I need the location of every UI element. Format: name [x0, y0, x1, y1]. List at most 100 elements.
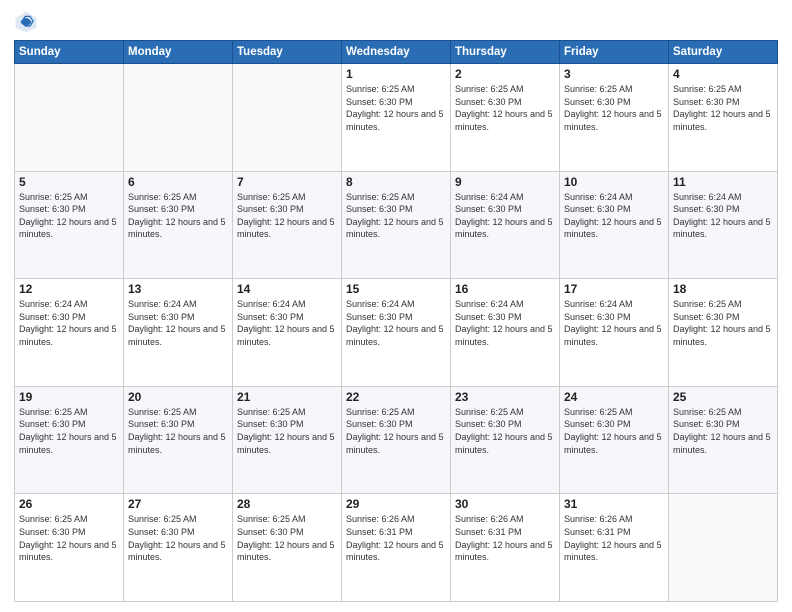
calendar-cell: 6 Sunrise: 6:25 AM Sunset: 6:30 PM Daylig… — [124, 171, 233, 279]
day-number: 23 — [455, 390, 555, 404]
calendar-cell: 16 Sunrise: 6:24 AM Sunset: 6:30 PM Dayli… — [451, 279, 560, 387]
calendar-page: SundayMondayTuesdayWednesdayThursdayFrid… — [0, 0, 792, 612]
cell-info: Sunrise: 6:24 AM Sunset: 6:30 PM Dayligh… — [455, 191, 555, 241]
calendar-cell: 14 Sunrise: 6:24 AM Sunset: 6:30 PM Dayli… — [233, 279, 342, 387]
cell-info: Sunrise: 6:25 AM Sunset: 6:30 PM Dayligh… — [19, 406, 119, 456]
week-row-5: 26 Sunrise: 6:25 AM Sunset: 6:30 PM Dayli… — [15, 494, 778, 602]
weekday-header-friday: Friday — [560, 41, 669, 64]
cell-info: Sunrise: 6:25 AM Sunset: 6:30 PM Dayligh… — [346, 191, 446, 241]
calendar-cell: 27Sunrise: 6:25 AM Sunset: 6:30 PM Dayli… — [124, 494, 233, 602]
week-row-3: 12 Sunrise: 6:24 AM Sunset: 6:30 PM Dayli… — [15, 279, 778, 387]
calendar-cell: 19 Sunrise: 6:25 AM Sunset: 6:30 PM Dayli… — [15, 386, 124, 494]
cell-info: Sunrise: 6:25 AM Sunset: 6:30 PM Dayligh… — [346, 406, 446, 456]
cell-info: Sunrise: 6:25 AM Sunset: 6:30 PM Dayligh… — [237, 406, 337, 456]
day-number: 6 — [128, 175, 228, 189]
cell-info: Sunrise: 6:26 AM Sunset: 6:31 PM Dayligh… — [564, 513, 664, 563]
day-number: 19 — [19, 390, 119, 404]
calendar-cell: 8 Sunrise: 6:25 AM Sunset: 6:30 PM Daylig… — [342, 171, 451, 279]
calendar-cell: 24Sunrise: 6:25 AM Sunset: 6:30 PM Dayli… — [560, 386, 669, 494]
day-number: 15 — [346, 282, 446, 296]
calendar-cell: 4Sunrise: 6:25 AM Sunset: 6:30 PM Daylig… — [669, 64, 778, 172]
day-number: 5 — [19, 175, 119, 189]
calendar-cell: 25Sunrise: 6:25 AM Sunset: 6:30 PM Dayli… — [669, 386, 778, 494]
weekday-header-monday: Monday — [124, 41, 233, 64]
calendar-cell: 12 Sunrise: 6:24 AM Sunset: 6:30 PM Dayli… — [15, 279, 124, 387]
cell-info: Sunrise: 6:25 AM Sunset: 6:30 PM Dayligh… — [128, 406, 228, 456]
calendar-cell: 31 Sunrise: 6:26 AM Sunset: 6:31 PM Dayli… — [560, 494, 669, 602]
calendar-cell: 1 Sunrise: 6:25 AM Sunset: 6:30 PM Daylig… — [342, 64, 451, 172]
cell-info: Sunrise: 6:25 AM Sunset: 6:30 PM Dayligh… — [673, 298, 773, 348]
cell-info: Sunrise: 6:25 AM Sunset: 6:30 PM Dayligh… — [455, 406, 555, 456]
weekday-header-saturday: Saturday — [669, 41, 778, 64]
day-number: 10 — [564, 175, 664, 189]
day-number: 17 — [564, 282, 664, 296]
day-number: 14 — [237, 282, 337, 296]
calendar-cell: 22 Sunrise: 6:25 AM Sunset: 6:30 PM Dayli… — [342, 386, 451, 494]
calendar-cell: 21 Sunrise: 6:25 AM Sunset: 6:30 PM Dayli… — [233, 386, 342, 494]
calendar-cell — [15, 64, 124, 172]
day-number: 1 — [346, 67, 446, 81]
weekday-header-wednesday: Wednesday — [342, 41, 451, 64]
cell-info: Sunrise: 6:25 AM Sunset: 6:30 PM Dayligh… — [455, 83, 555, 133]
cell-info: Sunrise: 6:25 AM Sunset: 6:30 PM Dayligh… — [346, 83, 446, 133]
cell-info: Sunrise: 6:24 AM Sunset: 6:30 PM Dayligh… — [564, 191, 664, 241]
calendar-cell: 2Sunrise: 6:25 AM Sunset: 6:30 PM Daylig… — [451, 64, 560, 172]
cell-info: Sunrise: 6:24 AM Sunset: 6:30 PM Dayligh… — [455, 298, 555, 348]
day-number: 21 — [237, 390, 337, 404]
day-number: 11 — [673, 175, 773, 189]
cell-info: Sunrise: 6:24 AM Sunset: 6:30 PM Dayligh… — [564, 298, 664, 348]
weekday-header-sunday: Sunday — [15, 41, 124, 64]
day-number: 31 — [564, 497, 664, 511]
cell-info: Sunrise: 6:25 AM Sunset: 6:30 PM Dayligh… — [237, 191, 337, 241]
calendar-cell — [124, 64, 233, 172]
week-row-2: 5 Sunrise: 6:25 AM Sunset: 6:30 PM Daylig… — [15, 171, 778, 279]
cell-info: Sunrise: 6:24 AM Sunset: 6:30 PM Dayligh… — [346, 298, 446, 348]
calendar-cell: 26Sunrise: 6:25 AM Sunset: 6:30 PM Dayli… — [15, 494, 124, 602]
calendar-cell: 7 Sunrise: 6:25 AM Sunset: 6:30 PM Daylig… — [233, 171, 342, 279]
calendar-cell: 29Sunrise: 6:26 AM Sunset: 6:31 PM Dayli… — [342, 494, 451, 602]
calendar-cell: 17 Sunrise: 6:24 AM Sunset: 6:30 PM Dayli… — [560, 279, 669, 387]
calendar-cell — [233, 64, 342, 172]
day-number: 3 — [564, 67, 664, 81]
day-number: 22 — [346, 390, 446, 404]
calendar-table: SundayMondayTuesdayWednesdayThursdayFrid… — [14, 40, 778, 602]
cell-info: Sunrise: 6:25 AM Sunset: 6:30 PM Dayligh… — [128, 191, 228, 241]
day-number: 4 — [673, 67, 773, 81]
week-row-4: 19 Sunrise: 6:25 AM Sunset: 6:30 PM Dayli… — [15, 386, 778, 494]
day-number: 26 — [19, 497, 119, 511]
day-number: 29 — [346, 497, 446, 511]
week-row-1: 1 Sunrise: 6:25 AM Sunset: 6:30 PM Daylig… — [15, 64, 778, 172]
day-number: 13 — [128, 282, 228, 296]
cell-info: Sunrise: 6:24 AM Sunset: 6:30 PM Dayligh… — [128, 298, 228, 348]
calendar-cell: 5 Sunrise: 6:25 AM Sunset: 6:30 PM Daylig… — [15, 171, 124, 279]
calendar-cell: 15 Sunrise: 6:24 AM Sunset: 6:30 PM Dayli… — [342, 279, 451, 387]
calendar-cell: 18 Sunrise: 6:25 AM Sunset: 6:30 PM Dayli… — [669, 279, 778, 387]
calendar-cell — [669, 494, 778, 602]
logo — [14, 10, 42, 34]
calendar-cell: 9Sunrise: 6:24 AM Sunset: 6:30 PM Daylig… — [451, 171, 560, 279]
day-number: 16 — [455, 282, 555, 296]
cell-info: Sunrise: 6:26 AM Sunset: 6:31 PM Dayligh… — [455, 513, 555, 563]
day-number: 12 — [19, 282, 119, 296]
day-number: 7 — [237, 175, 337, 189]
cell-info: Sunrise: 6:25 AM Sunset: 6:30 PM Dayligh… — [19, 191, 119, 241]
calendar-cell: 11 Sunrise: 6:24 AM Sunset: 6:30 PM Dayli… — [669, 171, 778, 279]
header — [14, 10, 778, 34]
cell-info: Sunrise: 6:25 AM Sunset: 6:30 PM Dayligh… — [564, 406, 664, 456]
calendar-cell: 10 Sunrise: 6:24 AM Sunset: 6:30 PM Dayli… — [560, 171, 669, 279]
day-number: 8 — [346, 175, 446, 189]
day-number: 18 — [673, 282, 773, 296]
calendar-cell: 28Sunrise: 6:25 AM Sunset: 6:30 PM Dayli… — [233, 494, 342, 602]
calendar-cell: 30Sunrise: 6:26 AM Sunset: 6:31 PM Dayli… — [451, 494, 560, 602]
weekday-header-tuesday: Tuesday — [233, 41, 342, 64]
cell-info: Sunrise: 6:24 AM Sunset: 6:30 PM Dayligh… — [19, 298, 119, 348]
calendar-cell: 23 Sunrise: 6:25 AM Sunset: 6:30 PM Dayli… — [451, 386, 560, 494]
cell-info: Sunrise: 6:25 AM Sunset: 6:30 PM Dayligh… — [237, 513, 337, 563]
calendar-cell: 20Sunrise: 6:25 AM Sunset: 6:30 PM Dayli… — [124, 386, 233, 494]
cell-info: Sunrise: 6:24 AM Sunset: 6:30 PM Dayligh… — [237, 298, 337, 348]
weekday-header-thursday: Thursday — [451, 41, 560, 64]
cell-info: Sunrise: 6:24 AM Sunset: 6:30 PM Dayligh… — [673, 191, 773, 241]
day-number: 25 — [673, 390, 773, 404]
calendar-cell: 3Sunrise: 6:25 AM Sunset: 6:30 PM Daylig… — [560, 64, 669, 172]
cell-info: Sunrise: 6:25 AM Sunset: 6:30 PM Dayligh… — [128, 513, 228, 563]
